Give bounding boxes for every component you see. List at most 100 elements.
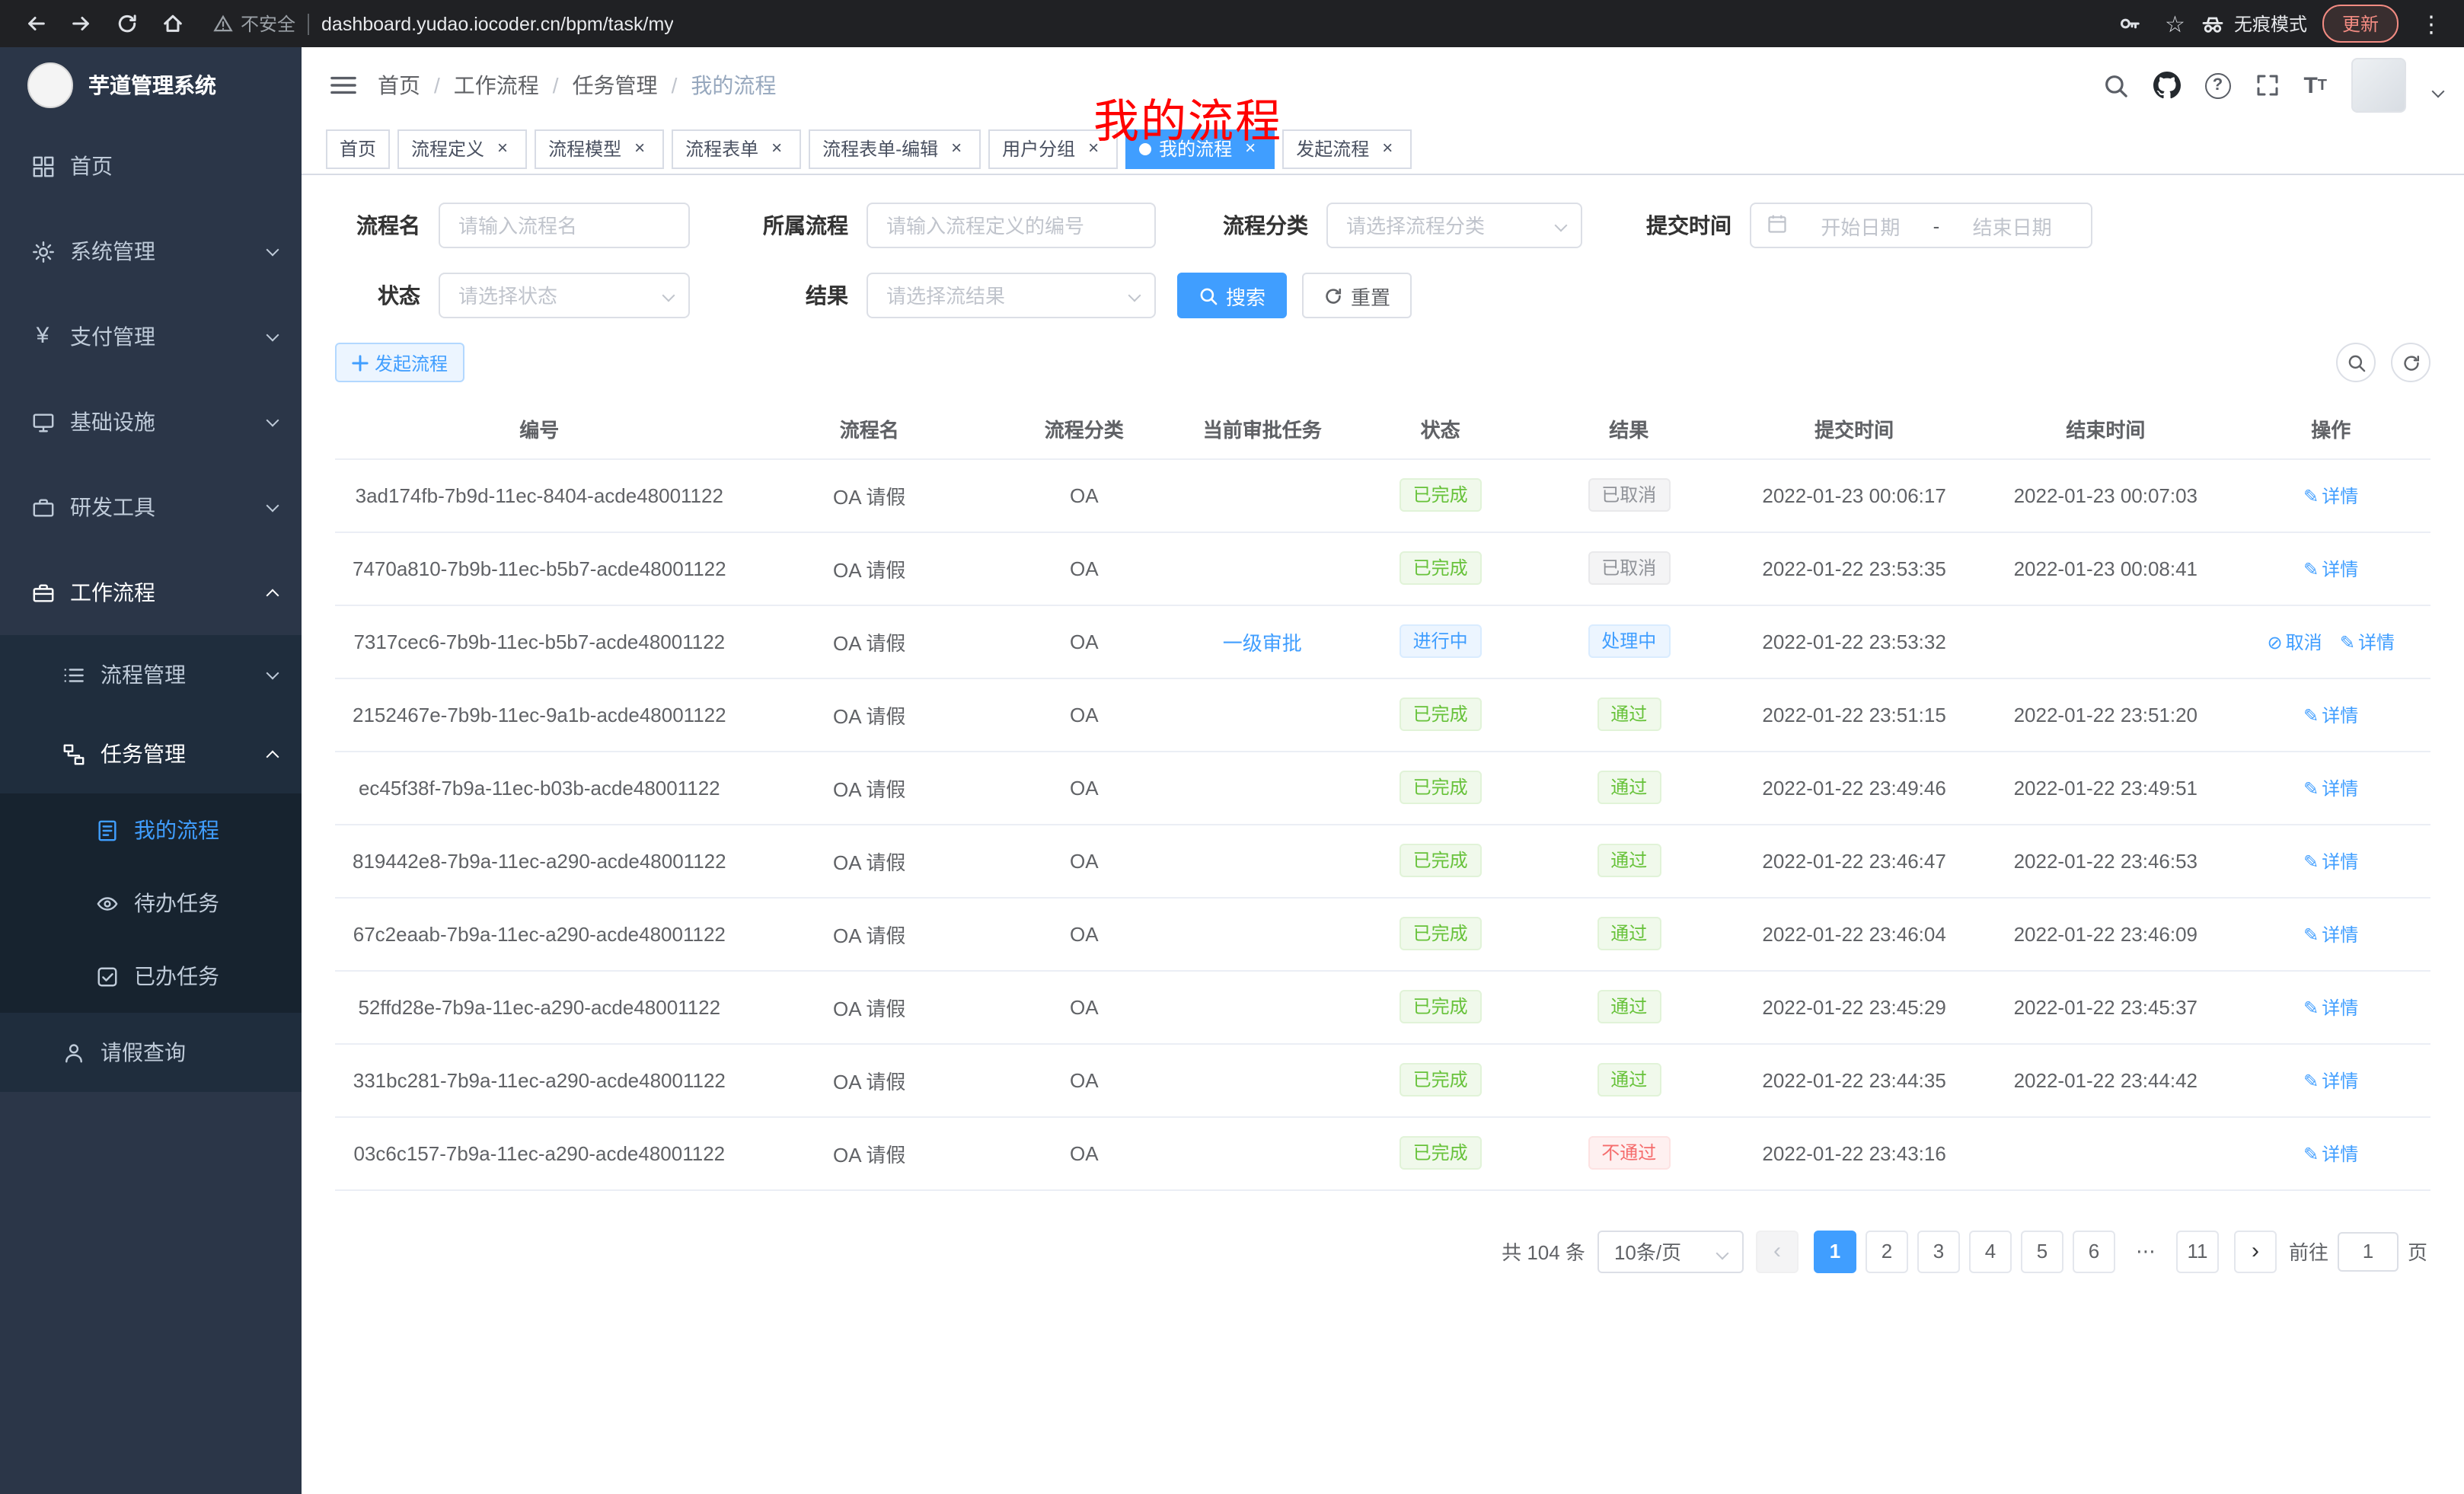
browser-toolbar: 不安全 dashboard.yudao.iocoder.cn/bpm/task/… (0, 0, 2464, 47)
page-tab[interactable]: 用户分组 × (988, 129, 1118, 168)
sidebar-item-devtools[interactable]: 研发工具 (0, 464, 302, 550)
address-bar[interactable]: 不安全 dashboard.yudao.iocoder.cn/bpm/task/… (213, 11, 2089, 37)
detail-link[interactable]: ✎详情 (2303, 997, 2358, 1018)
github-icon[interactable] (2153, 72, 2180, 99)
breadcrumb-workflow[interactable]: 工作流程 (454, 70, 539, 101)
detail-link[interactable]: ✎详情 (2340, 631, 2395, 653)
detail-link[interactable]: ✎详情 (2303, 558, 2358, 579)
goto-page-input[interactable] (2338, 1231, 2399, 1271)
sidebar-item-system[interactable]: 系统管理 (0, 209, 302, 294)
breadcrumb-home[interactable]: 首页 (378, 70, 420, 101)
edit-icon: ✎ (2303, 851, 2319, 872)
detail-link[interactable]: ✎详情 (2303, 924, 2358, 945)
sidebar-toggle-icon[interactable] (323, 65, 362, 105)
not-secure-warning[interactable]: 不安全 (213, 11, 295, 37)
edit-icon: ✎ (2303, 704, 2319, 726)
category-select[interactable] (1326, 203, 1582, 248)
tab-close-icon[interactable]: × (629, 138, 650, 159)
page-tab[interactable]: 首页 (326, 129, 390, 168)
sidebar-item-process-mgmt[interactable]: 流程管理 (0, 635, 302, 714)
reset-button[interactable]: 重置 (1302, 273, 1412, 318)
cell-name: OA 请假 (744, 751, 995, 824)
table-row: ec45f38f-7b9a-11ec-b03b-acde48001122 OA … (335, 751, 2430, 824)
toggle-search-button[interactable] (2336, 343, 2376, 382)
tab-close-icon[interactable]: × (1377, 138, 1398, 159)
page-number-button[interactable]: 3 (1917, 1230, 1960, 1272)
sidebar-item-done-tasks[interactable]: 已办任务 (0, 940, 302, 1013)
password-key-icon[interactable] (2110, 4, 2150, 43)
tab-close-icon[interactable]: × (1083, 138, 1104, 159)
fullscreen-icon[interactable] (2255, 73, 2279, 97)
sidebar-item-workflow[interactable]: 工作流程 (0, 550, 302, 635)
current-task-link[interactable]: 一级审批 (1223, 631, 1302, 654)
page-number-button[interactable]: 1 (1814, 1230, 1856, 1272)
forward-icon[interactable] (61, 4, 101, 43)
chevron-up-icon (267, 589, 279, 602)
page-number-button[interactable]: ⋯ (2124, 1230, 2167, 1272)
sidebar-item-leave-query[interactable]: 请假查询 (0, 1013, 302, 1092)
reload-icon[interactable] (107, 4, 146, 43)
page-tab[interactable]: 流程模型 × (535, 129, 664, 168)
sidebar-item-infra[interactable]: 基础设施 (0, 379, 302, 464)
sidebar-item-home[interactable]: 首页 (0, 123, 302, 209)
next-page-button[interactable]: › (2234, 1230, 2277, 1272)
prev-page-button[interactable]: ‹ (1756, 1230, 1799, 1272)
process-name-input[interactable] (439, 203, 690, 248)
detail-link[interactable]: ✎详情 (2303, 1143, 2358, 1164)
tab-close-icon[interactable]: × (766, 138, 787, 159)
col-id: 编号 (335, 401, 744, 458)
home-icon[interactable] (152, 4, 192, 43)
help-icon[interactable]: ? (2204, 72, 2230, 98)
sidebar-item-payment[interactable]: ¥ 支付管理 (0, 294, 302, 379)
user-avatar[interactable] (2351, 58, 2406, 113)
process-definition-input[interactable] (867, 203, 1156, 248)
page-size-select[interactable]: 10条/页 (1597, 1230, 1744, 1272)
browser-menu-icon[interactable]: ⋮ (2414, 10, 2449, 37)
cell-category: OA (995, 751, 1173, 824)
detail-link[interactable]: ✎详情 (2303, 485, 2358, 506)
sidebar-item-todo-tasks[interactable]: 待办任务 (0, 867, 302, 940)
page-tab[interactable]: 我的流程 × (1125, 129, 1275, 168)
font-size-icon[interactable]: TT (2303, 72, 2327, 98)
cell-result: 已取消 (1530, 532, 1728, 605)
date-end-placeholder: 结束日期 (1949, 211, 2076, 240)
cell-submit-time: 2022-01-22 23:46:47 (1728, 824, 1980, 897)
cell-result: 通过 (1530, 678, 1728, 751)
cell-name: OA 请假 (744, 970, 995, 1043)
bookmark-star-icon[interactable]: ☆ (2165, 10, 2185, 37)
page-number-button[interactable]: 4 (1969, 1230, 2012, 1272)
page-number-button[interactable]: 11 (2176, 1230, 2219, 1272)
search-button[interactable]: 搜索 (1177, 273, 1287, 318)
browser-update-button[interactable]: 更新 (2322, 5, 2399, 43)
detail-link[interactable]: ✎详情 (2303, 851, 2358, 872)
refresh-table-button[interactable] (2391, 343, 2430, 382)
url-text[interactable]: dashboard.yudao.iocoder.cn/bpm/task/my (321, 13, 674, 34)
sidebar-item-my-process[interactable]: 我的流程 (0, 793, 302, 867)
search-icon[interactable] (2102, 72, 2128, 98)
detail-link[interactable]: ✎详情 (2303, 1070, 2358, 1091)
tab-close-icon[interactable]: × (492, 138, 513, 159)
cell-current-task (1173, 751, 1352, 824)
sidebar-item-task-mgmt[interactable]: 任务管理 (0, 714, 302, 793)
page-number-button[interactable]: 6 (2073, 1230, 2115, 1272)
cell-end-time: 2022-01-22 23:49:51 (1980, 751, 2231, 824)
submit-time-range-picker[interactable]: 开始日期 - 结束日期 (1750, 203, 2092, 248)
tab-close-icon[interactable]: × (946, 138, 967, 159)
status-select[interactable] (439, 273, 690, 318)
page-tab[interactable]: 发起流程 × (1282, 129, 1412, 168)
page-tab[interactable]: 流程定义 × (397, 129, 527, 168)
result-select[interactable] (867, 273, 1156, 318)
page-number-button[interactable]: 2 (1866, 1230, 1908, 1272)
back-icon[interactable] (15, 4, 55, 43)
table-row: 2152467e-7b9b-11ec-9a1b-acde48001122 OA … (335, 678, 2430, 751)
detail-link[interactable]: ✎详情 (2303, 777, 2358, 799)
breadcrumb-task-mgmt[interactable]: 任务管理 (573, 70, 658, 101)
page-tab[interactable]: 流程表单-编辑 × (809, 129, 981, 168)
page-tab[interactable]: 流程表单 × (672, 129, 801, 168)
create-process-button[interactable]: 发起流程 (335, 343, 464, 382)
avatar-dropdown-caret[interactable] (2432, 85, 2445, 98)
tab-close-icon[interactable]: × (1240, 138, 1261, 159)
detail-link[interactable]: ✎详情 (2303, 704, 2358, 726)
page-number-button[interactable]: 5 (2021, 1230, 2063, 1272)
cancel-link[interactable]: ⊘取消 (2267, 631, 2322, 653)
